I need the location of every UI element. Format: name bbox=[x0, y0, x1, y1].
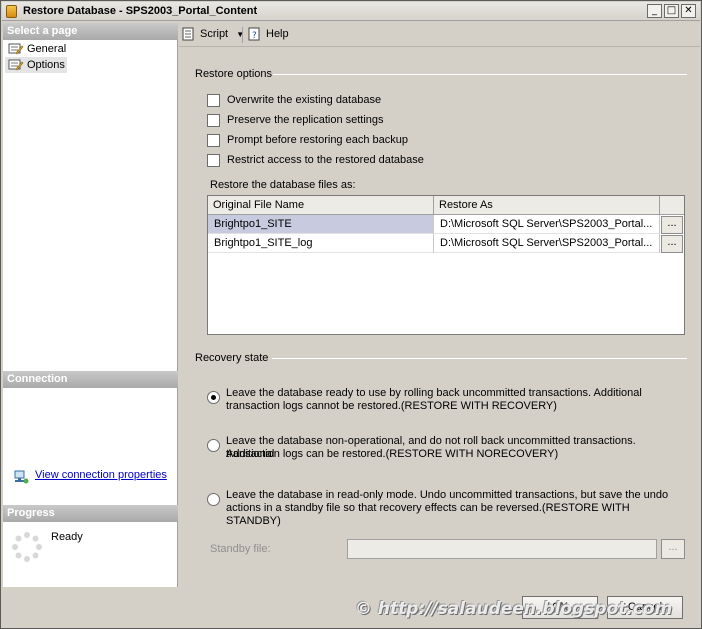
radio-text-line2: actions in a standby file so that recove… bbox=[226, 502, 630, 527]
column-header-browse bbox=[660, 196, 684, 215]
radio-text-line1: Leave the database in read-only mode. Un… bbox=[226, 489, 669, 501]
help-icon: ? bbox=[248, 27, 260, 41]
standby-file-input[interactable] bbox=[347, 539, 657, 559]
nav-item-label: General bbox=[27, 43, 67, 55]
recovery-state-title: Recovery state bbox=[195, 352, 269, 364]
minimize-button[interactable]: _ bbox=[647, 4, 662, 18]
help-button[interactable]: ? Help bbox=[248, 27, 289, 41]
table-cell-restore-as[interactable]: D:\Microsoft SQL Server\SPS2003_Portal..… bbox=[434, 234, 660, 253]
restore-database-window: Restore Database - SPS2003_Portal_Conten… bbox=[0, 0, 702, 629]
table-cell-restore-as[interactable]: D:\Microsoft SQL Server\SPS2003_Portal..… bbox=[434, 215, 660, 234]
checkbox-box[interactable] bbox=[207, 114, 220, 127]
help-label: Help bbox=[266, 28, 289, 40]
select-page-header: Select a page bbox=[3, 23, 178, 40]
connection-properties-icon bbox=[14, 470, 29, 484]
standby-file-label: Standby file: bbox=[210, 543, 271, 555]
browse-file-button[interactable]: ... bbox=[661, 235, 683, 253]
script-icon bbox=[182, 27, 194, 41]
nav-item-options[interactable]: Options bbox=[5, 57, 67, 73]
radio-button[interactable] bbox=[207, 439, 220, 452]
checkbox-label: Restrict access to the restored database bbox=[227, 154, 424, 166]
recovery-state-divider bbox=[272, 358, 687, 359]
progress-status: Ready bbox=[51, 531, 83, 543]
table-cell-original[interactable]: Brightpo1_SITE bbox=[208, 215, 434, 234]
connection-header: Connection bbox=[3, 371, 178, 388]
checkbox-box[interactable] bbox=[207, 154, 220, 167]
column-header-restore-as[interactable]: Restore As bbox=[434, 196, 660, 215]
table-cell-original[interactable]: Brightpo1_SITE_log bbox=[208, 234, 434, 253]
page-icon bbox=[8, 43, 24, 55]
window-title: Restore Database - SPS2003_Portal_Conten… bbox=[23, 5, 258, 17]
checkbox-box[interactable] bbox=[207, 134, 220, 147]
toolbar: Script ▼ ? Help bbox=[179, 23, 700, 47]
checkbox-label: Preserve the replication settings bbox=[227, 114, 384, 126]
progress-header: Progress bbox=[3, 505, 178, 522]
nav-item-label: Options bbox=[27, 59, 65, 71]
script-label: Script bbox=[200, 28, 229, 40]
left-pane: Select a page General Options Connection bbox=[3, 23, 178, 587]
nav-item-general[interactable]: General bbox=[5, 41, 66, 57]
toolbar-divider bbox=[242, 27, 243, 43]
cancel-button[interactable]: Cancel bbox=[607, 596, 683, 619]
checkbox-label: Overwrite the existing database bbox=[227, 94, 382, 106]
radio-button[interactable] bbox=[207, 493, 220, 506]
maximize-button[interactable]: □ bbox=[664, 4, 679, 18]
close-button[interactable]: ✕ bbox=[681, 4, 696, 18]
svg-text:?: ? bbox=[252, 31, 257, 41]
restore-options-title: Restore options bbox=[195, 68, 273, 80]
progress-spinner-icon bbox=[12, 532, 42, 562]
checkbox-label: Prompt before restoring each backup bbox=[227, 134, 408, 146]
restore-files-table[interactable]: Original File Name Restore As Brightpo1_… bbox=[207, 195, 685, 335]
browse-file-button[interactable]: ... bbox=[661, 216, 683, 234]
radio-text-line1: Leave the database ready to use by rolli… bbox=[226, 387, 642, 399]
page-icon bbox=[8, 59, 24, 71]
standby-browse-button[interactable]: ... bbox=[661, 539, 685, 559]
restore-files-label: Restore the database files as: bbox=[210, 179, 356, 191]
radio-button[interactable] bbox=[207, 391, 220, 404]
ok-button[interactable]: OK bbox=[522, 596, 598, 619]
column-header-original-file-name[interactable]: Original File Name bbox=[208, 196, 434, 215]
radio-text-line2: transaction logs can be restored.(RESTOR… bbox=[226, 448, 559, 460]
restore-options-divider bbox=[273, 74, 687, 75]
checkbox-box[interactable] bbox=[207, 94, 220, 107]
title-bar[interactable]: Restore Database - SPS2003_Portal_Conten… bbox=[2, 2, 700, 21]
radio-text-line2: transaction logs cannot be restored.(RES… bbox=[226, 400, 557, 412]
script-button[interactable]: Script ▼ bbox=[182, 27, 244, 42]
view-connection-properties-link[interactable]: View connection properties bbox=[35, 469, 167, 481]
database-icon bbox=[6, 5, 17, 18]
